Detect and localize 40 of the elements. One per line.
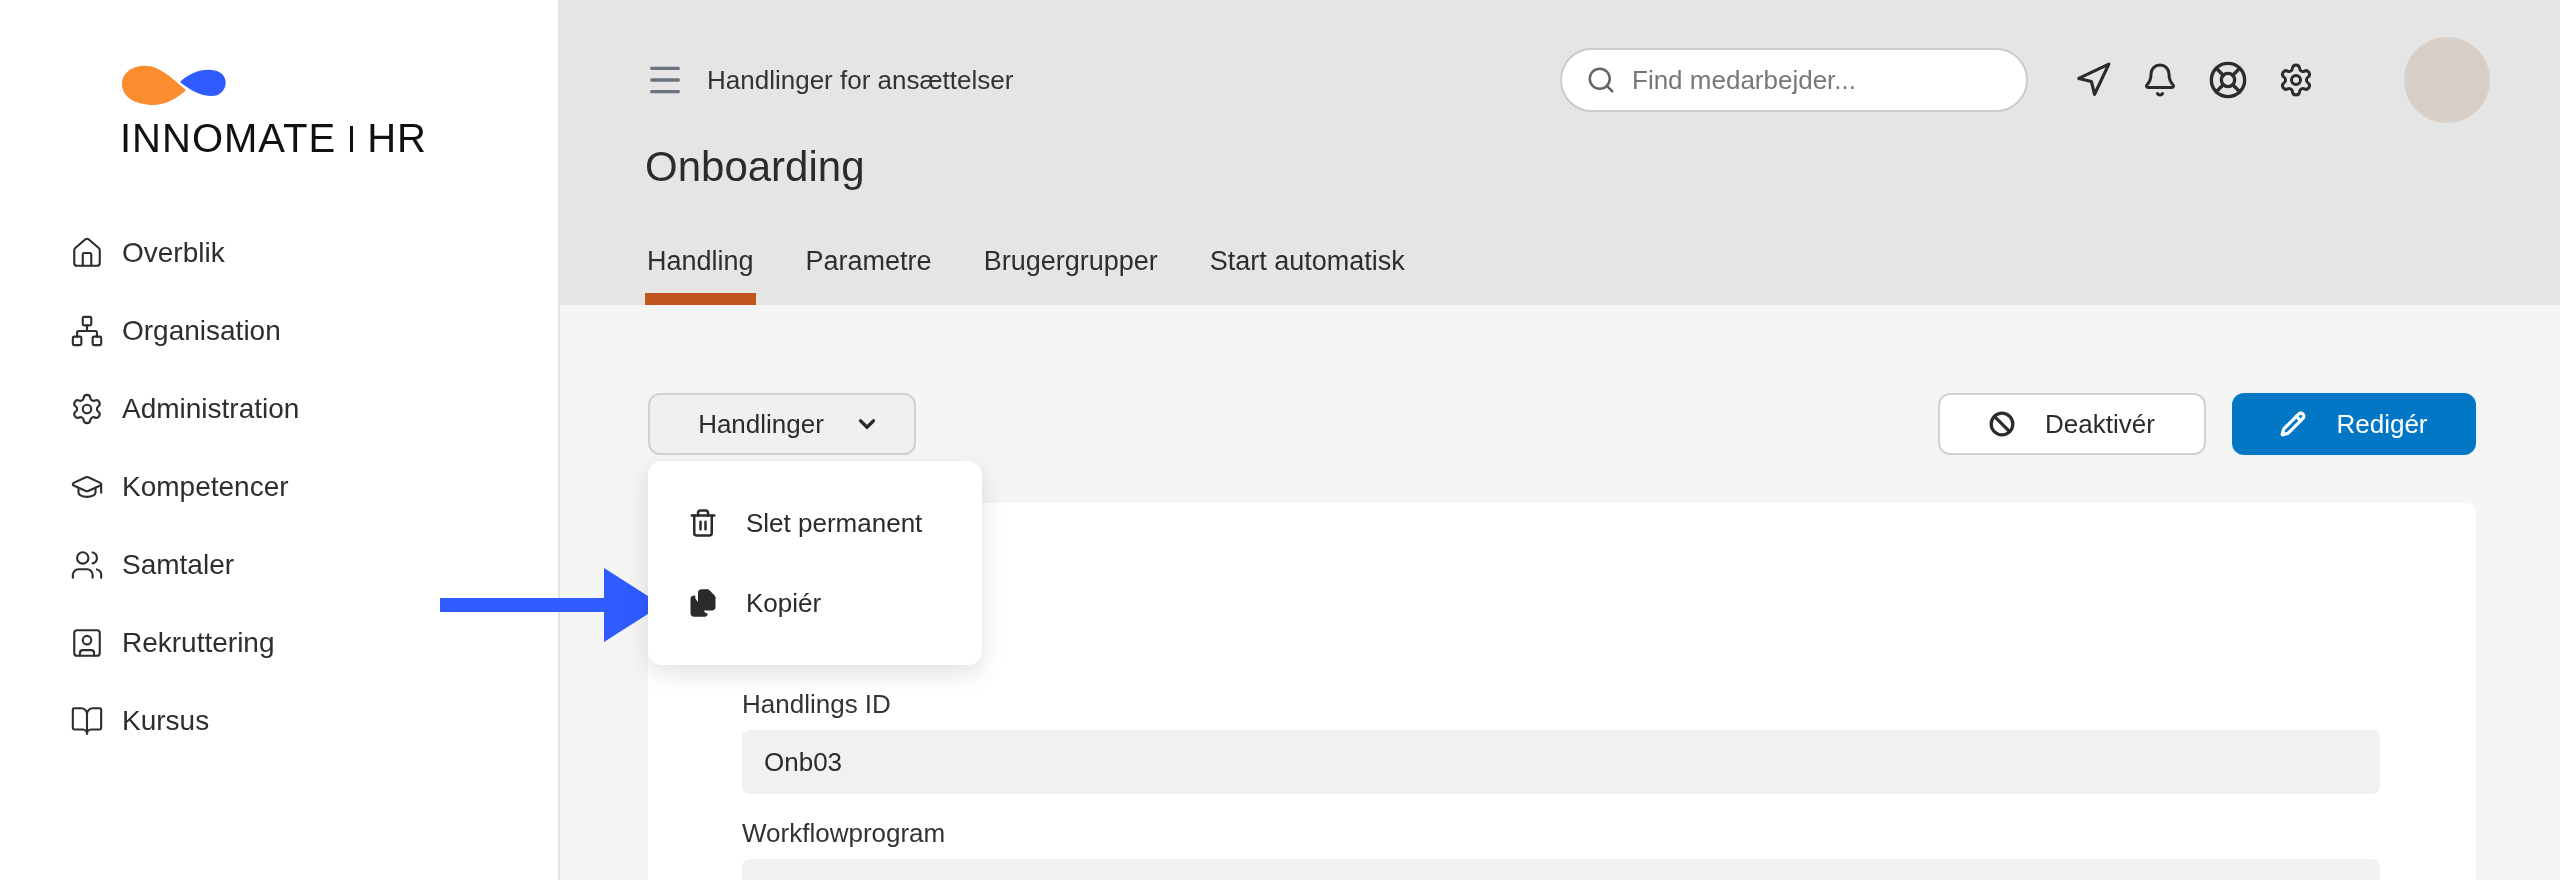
input-field[interactable]: Onb03 [742,730,2380,794]
tab[interactable]: Parametre [803,246,934,305]
edit-button[interactable]: Redigér [2232,393,2476,455]
search-icon [1586,65,1616,95]
actions-dropdown[interactable]: Handlinger [648,393,916,455]
id-card-icon [70,626,104,660]
gear-icon [70,392,104,426]
field-label: Workflowprogram [742,818,947,849]
search-input[interactable]: Find medarbejder... [1630,63,2002,97]
tab[interactable]: Brugergrupper [981,246,1160,305]
settings-button[interactable] [2278,62,2314,98]
copy-icon [688,588,718,618]
org-chart-icon [70,314,104,348]
sidebar-item[interactable]: Organisation [70,309,558,353]
people-icon [70,548,104,582]
sidebar-item[interactable]: Samtaler [70,543,558,587]
menu-item[interactable]: Kopiér [648,563,982,643]
book-icon [70,704,104,738]
page-title: Onboarding [645,143,866,191]
sidebar-item[interactable]: Administration [70,387,558,431]
menu-item[interactable]: Slet permanent [648,483,982,563]
deactivate-button[interactable]: Deaktivér [1938,393,2206,455]
search-field[interactable]: Find medarbejder... [1560,48,2028,112]
navigation-button[interactable] [2074,61,2112,99]
tab[interactable]: Handling [645,246,756,305]
ban-icon [1989,411,2016,437]
pencil-icon [2280,411,2307,437]
sidebar-item[interactable]: Rekruttering [70,621,558,665]
tab[interactable]: Start automatisk [1207,246,1407,305]
notifications-button[interactable] [2142,62,2178,98]
trash-icon [688,508,718,538]
sidebar-item[interactable]: Kursus [70,699,558,743]
help-button[interactable] [2208,60,2248,100]
logo-brand-text: INNOMATE [120,116,337,161]
house-icon [70,236,104,270]
sidebar-item[interactable]: Kompetencer [70,465,558,509]
field-label: Handlings ID [742,689,892,720]
logo-product-text: HR [367,116,427,161]
sidebar-item[interactable]: Overblik [70,231,558,275]
breadcrumb-text: Handlinger for ansættelser [707,64,1014,96]
